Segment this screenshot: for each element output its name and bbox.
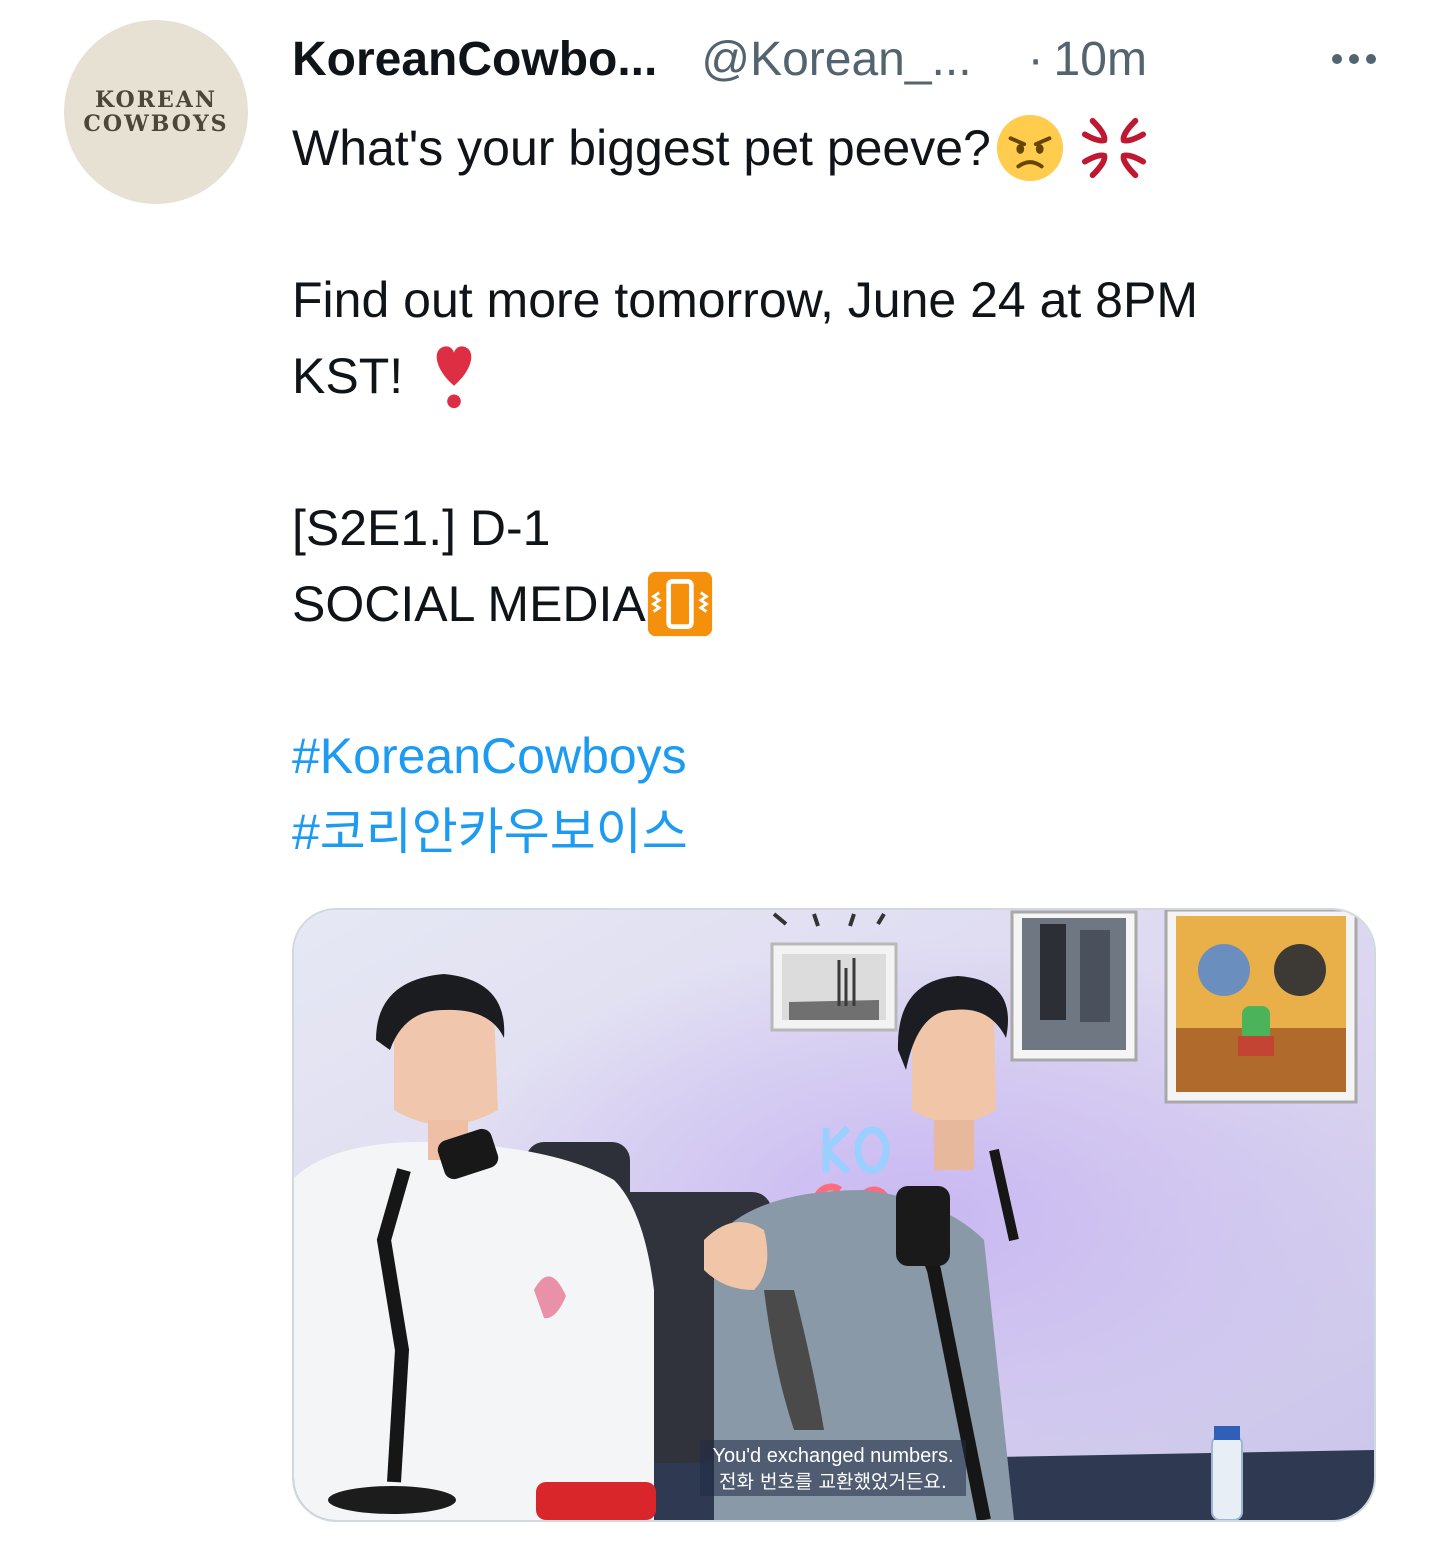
avatar-text-line2: COWBOYS [83,111,229,137]
subtitle-korean: 전화 번호를 교환했었거든요. [719,1471,947,1493]
hashtag-link-1[interactable]: #KoreanCowboys [292,718,687,794]
more-options-icon[interactable] [1306,24,1376,94]
profile-avatar[interactable]: KOREAN COWBOYS [64,20,248,204]
subtitle-english: You'd exchanged numbers. [712,1445,953,1467]
tweet-text: What's your biggest pet peeve? Find out … [292,110,1372,870]
tweet-line-1: What's your biggest pet peeve? [292,120,991,176]
timestamp[interactable]: 10m [1054,32,1147,87]
tweet-line-4: [S2E1.] D-1 [292,500,551,556]
angry-face-emoji [996,114,1063,182]
tweet-line-2: Find out more tomorrow, June 24 at 8PM [292,272,1198,328]
hashtag-link-2[interactable]: #코리안카우보이스 [292,794,688,870]
user-handle[interactable]: @Korean_... [701,32,971,87]
tweet-line-5: SOCIAL MEDIA [292,576,646,632]
heavy-exclamation-emoji [436,346,472,409]
avatar-text-line1: KOREAN [95,87,217,113]
separator-dot: · [1027,32,1044,86]
anger-symbol-emoji [1081,117,1146,179]
video-still-podcast: You'd exchanged numbers. 전화 번호를 교환했었거든요. [294,910,1374,1520]
vibration-mode-emoji [647,571,712,637]
tweet-header: KoreanCowbo... @Korean_... · 10m [292,24,1376,94]
display-name[interactable]: KoreanCowbo... [292,32,657,87]
tweet-media-image[interactable]: You'd exchanged numbers. 전화 번호를 교환했었거든요. [292,908,1376,1522]
tweet-line-3: KST! [292,348,404,404]
